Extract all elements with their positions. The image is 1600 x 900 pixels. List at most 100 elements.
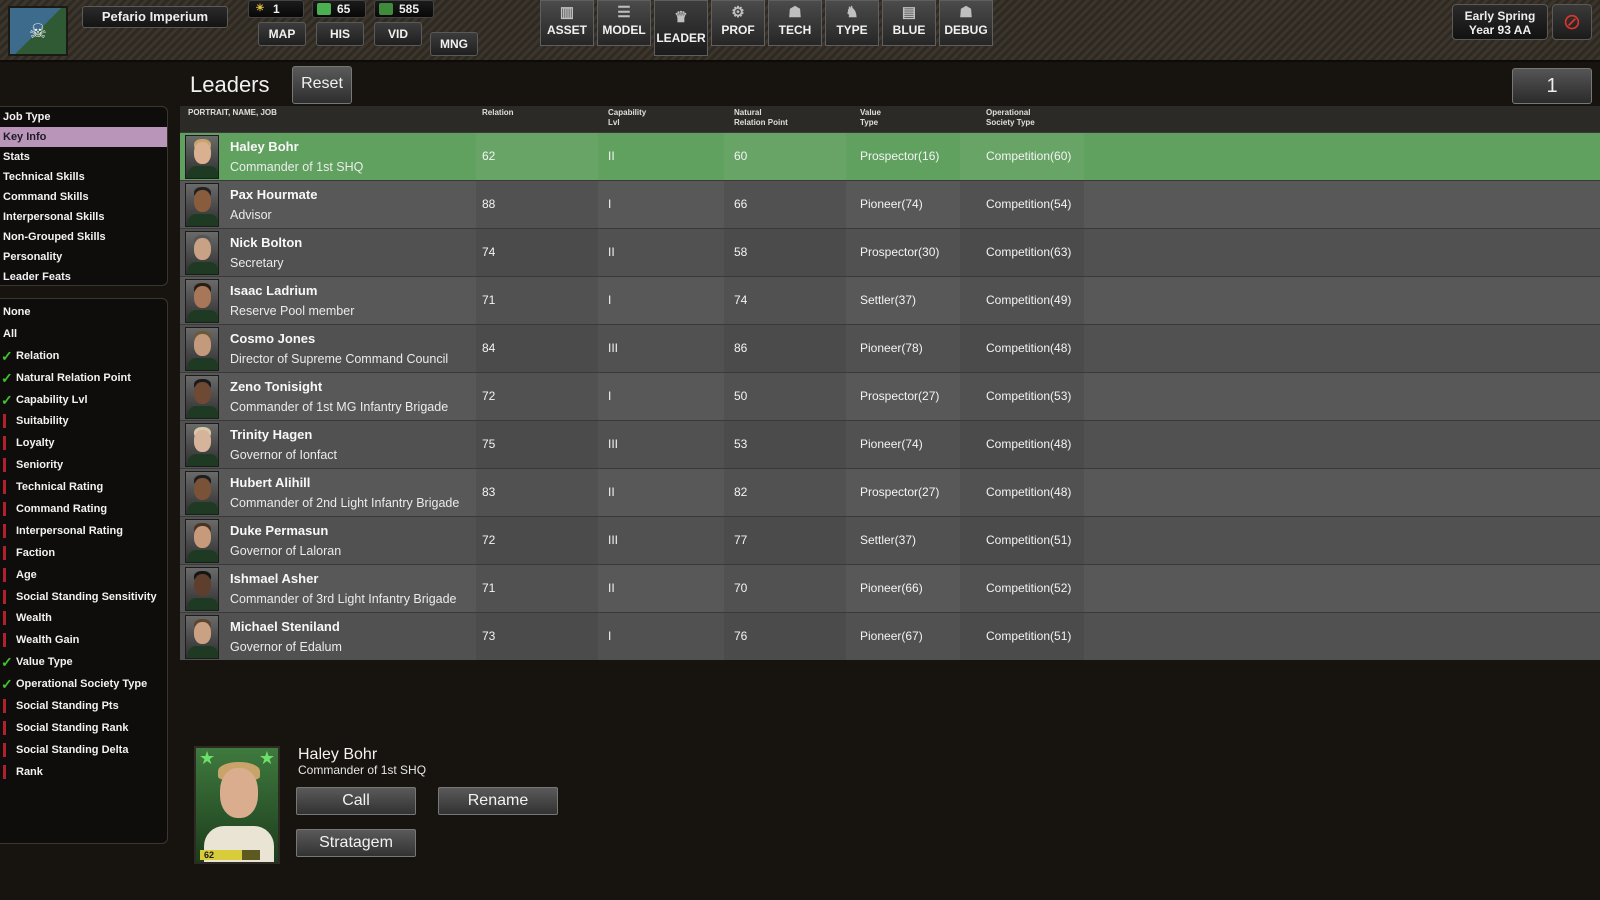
tab-asset[interactable]: ▥ ASSET [540, 0, 594, 46]
column-toggle-age[interactable]: Age [0, 564, 167, 586]
header-natural[interactable]: Natural Relation Point [734, 108, 788, 128]
category-command-skills[interactable]: Command Skills [0, 187, 167, 207]
table-row[interactable]: Nick Bolton Secretary 74 II 58 Prospector(30)… [180, 228, 1600, 276]
top-bar: ☠ Pefario Imperium ☀ 1 65 585 MAP HIS VI… [0, 0, 1600, 62]
faction-flag-icon[interactable]: ☠ [8, 6, 68, 56]
category-non-grouped-skills[interactable]: Non-Grouped Skills [0, 227, 167, 247]
leader-job: Governor of Ionfact [230, 448, 338, 462]
table-row[interactable]: Ishmael Asher Commander of 3rd Light Infa… [180, 564, 1600, 612]
value-type: Pioneer(66) [860, 581, 923, 595]
header-capability[interactable]: Capability Lvl [608, 108, 646, 128]
star-icon: ★ [199, 748, 216, 768]
leader-job: Commander of 2nd Light Infantry Brigade [230, 496, 460, 510]
rename-button[interactable]: Rename [438, 787, 558, 815]
column-toggle-capability-lvl[interactable]: Capability Lvl [0, 389, 167, 411]
leader-job: Governor of Laloran [230, 544, 342, 558]
capability-value: I [608, 197, 612, 211]
table-row[interactable]: Hubert Alihill Commander of 2nd Light Inf… [180, 468, 1600, 516]
header-line: Natural [734, 108, 762, 117]
table-row[interactable]: Zeno Tonisight Commander of 1st MG Infant… [180, 372, 1600, 420]
tab-prof[interactable]: ⚙ PROF [711, 0, 765, 46]
tab-leader[interactable]: ♛ LEADER [654, 0, 708, 56]
call-button[interactable]: Call [296, 787, 416, 815]
column-toggle-social-standing-rank[interactable]: Social Standing Rank [0, 717, 167, 739]
sliders-icon: ☰ [617, 4, 631, 21]
header-value-type[interactable]: Value Type [860, 108, 881, 128]
unchecked-marker-icon [3, 545, 6, 560]
header-portrait[interactable]: PORTRAIT, NAME, JOB [188, 108, 277, 118]
column-toggle-rank[interactable]: Rank [0, 761, 167, 783]
op-society-type: Competition(49) [986, 293, 1072, 307]
category-interpersonal-skills[interactable]: Interpersonal Skills [0, 207, 167, 227]
column-toggle-label: Operational Society Type [16, 678, 148, 691]
tab-type[interactable]: ♞ TYPE [825, 0, 879, 46]
relation-value: 71 [482, 581, 496, 595]
table-row[interactable]: Cosmo Jones Director of Supreme Command C… [180, 324, 1600, 372]
category-stats[interactable]: Stats [0, 147, 167, 167]
filter-none[interactable]: None [0, 301, 167, 323]
leader-job: Commander of 3rd Light Infantry Brigade [230, 592, 457, 606]
table-row[interactable]: Pax Hourmate Advisor 88 I 66 Pioneer(74) Compe… [180, 180, 1600, 228]
resource-value: 65 [337, 2, 351, 16]
capability-value: II [608, 149, 615, 163]
category-key-info[interactable]: Key Info [0, 127, 167, 147]
category-personality[interactable]: Personality [0, 247, 167, 267]
column-toggle-wealth-gain[interactable]: Wealth Gain [0, 629, 167, 651]
table-row[interactable]: Michael Steniland Governor of Edalum 73 I 76… [180, 612, 1600, 660]
column-toggle-operational-society-type[interactable]: Operational Society Type [0, 673, 167, 695]
tab-blue[interactable]: ▤ BLUE [882, 0, 936, 46]
table-row[interactable]: Isaac Ladrium Reserve Pool member 71 I 74 Set… [180, 276, 1600, 324]
column-toggle-loyalty[interactable]: Loyalty [0, 432, 167, 454]
resource-sun: ☀ 1 [248, 0, 304, 18]
portrait-uniform [188, 646, 218, 658]
op-society-type: Competition(63) [986, 245, 1072, 259]
natural-relation-value: 53 [734, 437, 748, 451]
selected-name: Haley Bohr [298, 746, 378, 763]
network-icon: ☗ [959, 4, 973, 21]
leader-portrait [185, 375, 219, 419]
leader-portrait [185, 519, 219, 563]
tab-mng[interactable]: MNG [430, 32, 478, 56]
filter-all[interactable]: All [0, 323, 167, 345]
column-toggle-suitability[interactable]: Suitability [0, 410, 167, 432]
header-relation[interactable]: Relation [482, 108, 514, 118]
column-toggle-wealth[interactable]: Wealth [0, 607, 167, 629]
column-toggle-natural-relation-point[interactable]: Natural Relation Point [0, 367, 167, 389]
tab-his[interactable]: HIS [316, 22, 364, 46]
gears-icon: ⚙ [731, 4, 745, 21]
header-op-society[interactable]: Operational Society Type [986, 108, 1035, 128]
column-toggle-seniority[interactable]: Seniority [0, 454, 167, 476]
header-line: Operational [986, 108, 1031, 117]
table-row[interactable]: Haley Bohr Commander of 1st SHQ 62 II 60 Pros… [180, 132, 1600, 180]
table-row[interactable]: Duke Permasun Governor of Laloran 72 III 77 S… [180, 516, 1600, 564]
column-toggle-relation[interactable]: Relation [0, 345, 167, 367]
tab-vid[interactable]: VID [374, 22, 422, 46]
tab-debug[interactable]: ☗ DEBUG [939, 0, 993, 46]
capability-value: I [608, 293, 612, 307]
column-toggle-value-type[interactable]: Value Type [0, 651, 167, 673]
leader-name: Nick Bolton [230, 235, 303, 250]
page-number[interactable]: 1 [1512, 68, 1592, 104]
column-toggle-interpersonal-rating[interactable]: Interpersonal Rating [0, 520, 167, 542]
column-toggle-command-rating[interactable]: Command Rating [0, 498, 167, 520]
relation-value: 73 [482, 629, 496, 643]
column-toggle-faction[interactable]: Faction [0, 542, 167, 564]
leader-job: Advisor [230, 208, 272, 222]
tab-tech[interactable]: ☗ TECH [768, 0, 822, 46]
tab-label: BLUE [892, 23, 926, 37]
column-toggle-label: Interpersonal Rating [16, 524, 123, 537]
stratagem-button[interactable]: Stratagem [296, 829, 416, 857]
column-toggle-label: Value Type [16, 656, 73, 669]
category-job-type[interactable]: Job Type [0, 107, 167, 127]
reset-button[interactable]: Reset [292, 66, 352, 104]
tab-map[interactable]: MAP [258, 22, 306, 46]
column-toggle-social-standing-pts[interactable]: Social Standing Pts [0, 695, 167, 717]
column-toggle-technical-rating[interactable]: Technical Rating [0, 476, 167, 498]
stop-button[interactable]: ⊘ [1552, 4, 1592, 40]
table-row[interactable]: Trinity Hagen Governor of Ionfact 75 III 53 P… [180, 420, 1600, 468]
category-leader-feats[interactable]: Leader Feats [0, 267, 167, 287]
column-toggle-social-standing-sensitivity[interactable]: Social Standing Sensitivity [0, 586, 167, 608]
category-technical-skills[interactable]: Technical Skills [0, 167, 167, 187]
tab-model[interactable]: ☰ MODEL [597, 0, 651, 46]
column-toggle-social-standing-delta[interactable]: Social Standing Delta [0, 739, 167, 761]
